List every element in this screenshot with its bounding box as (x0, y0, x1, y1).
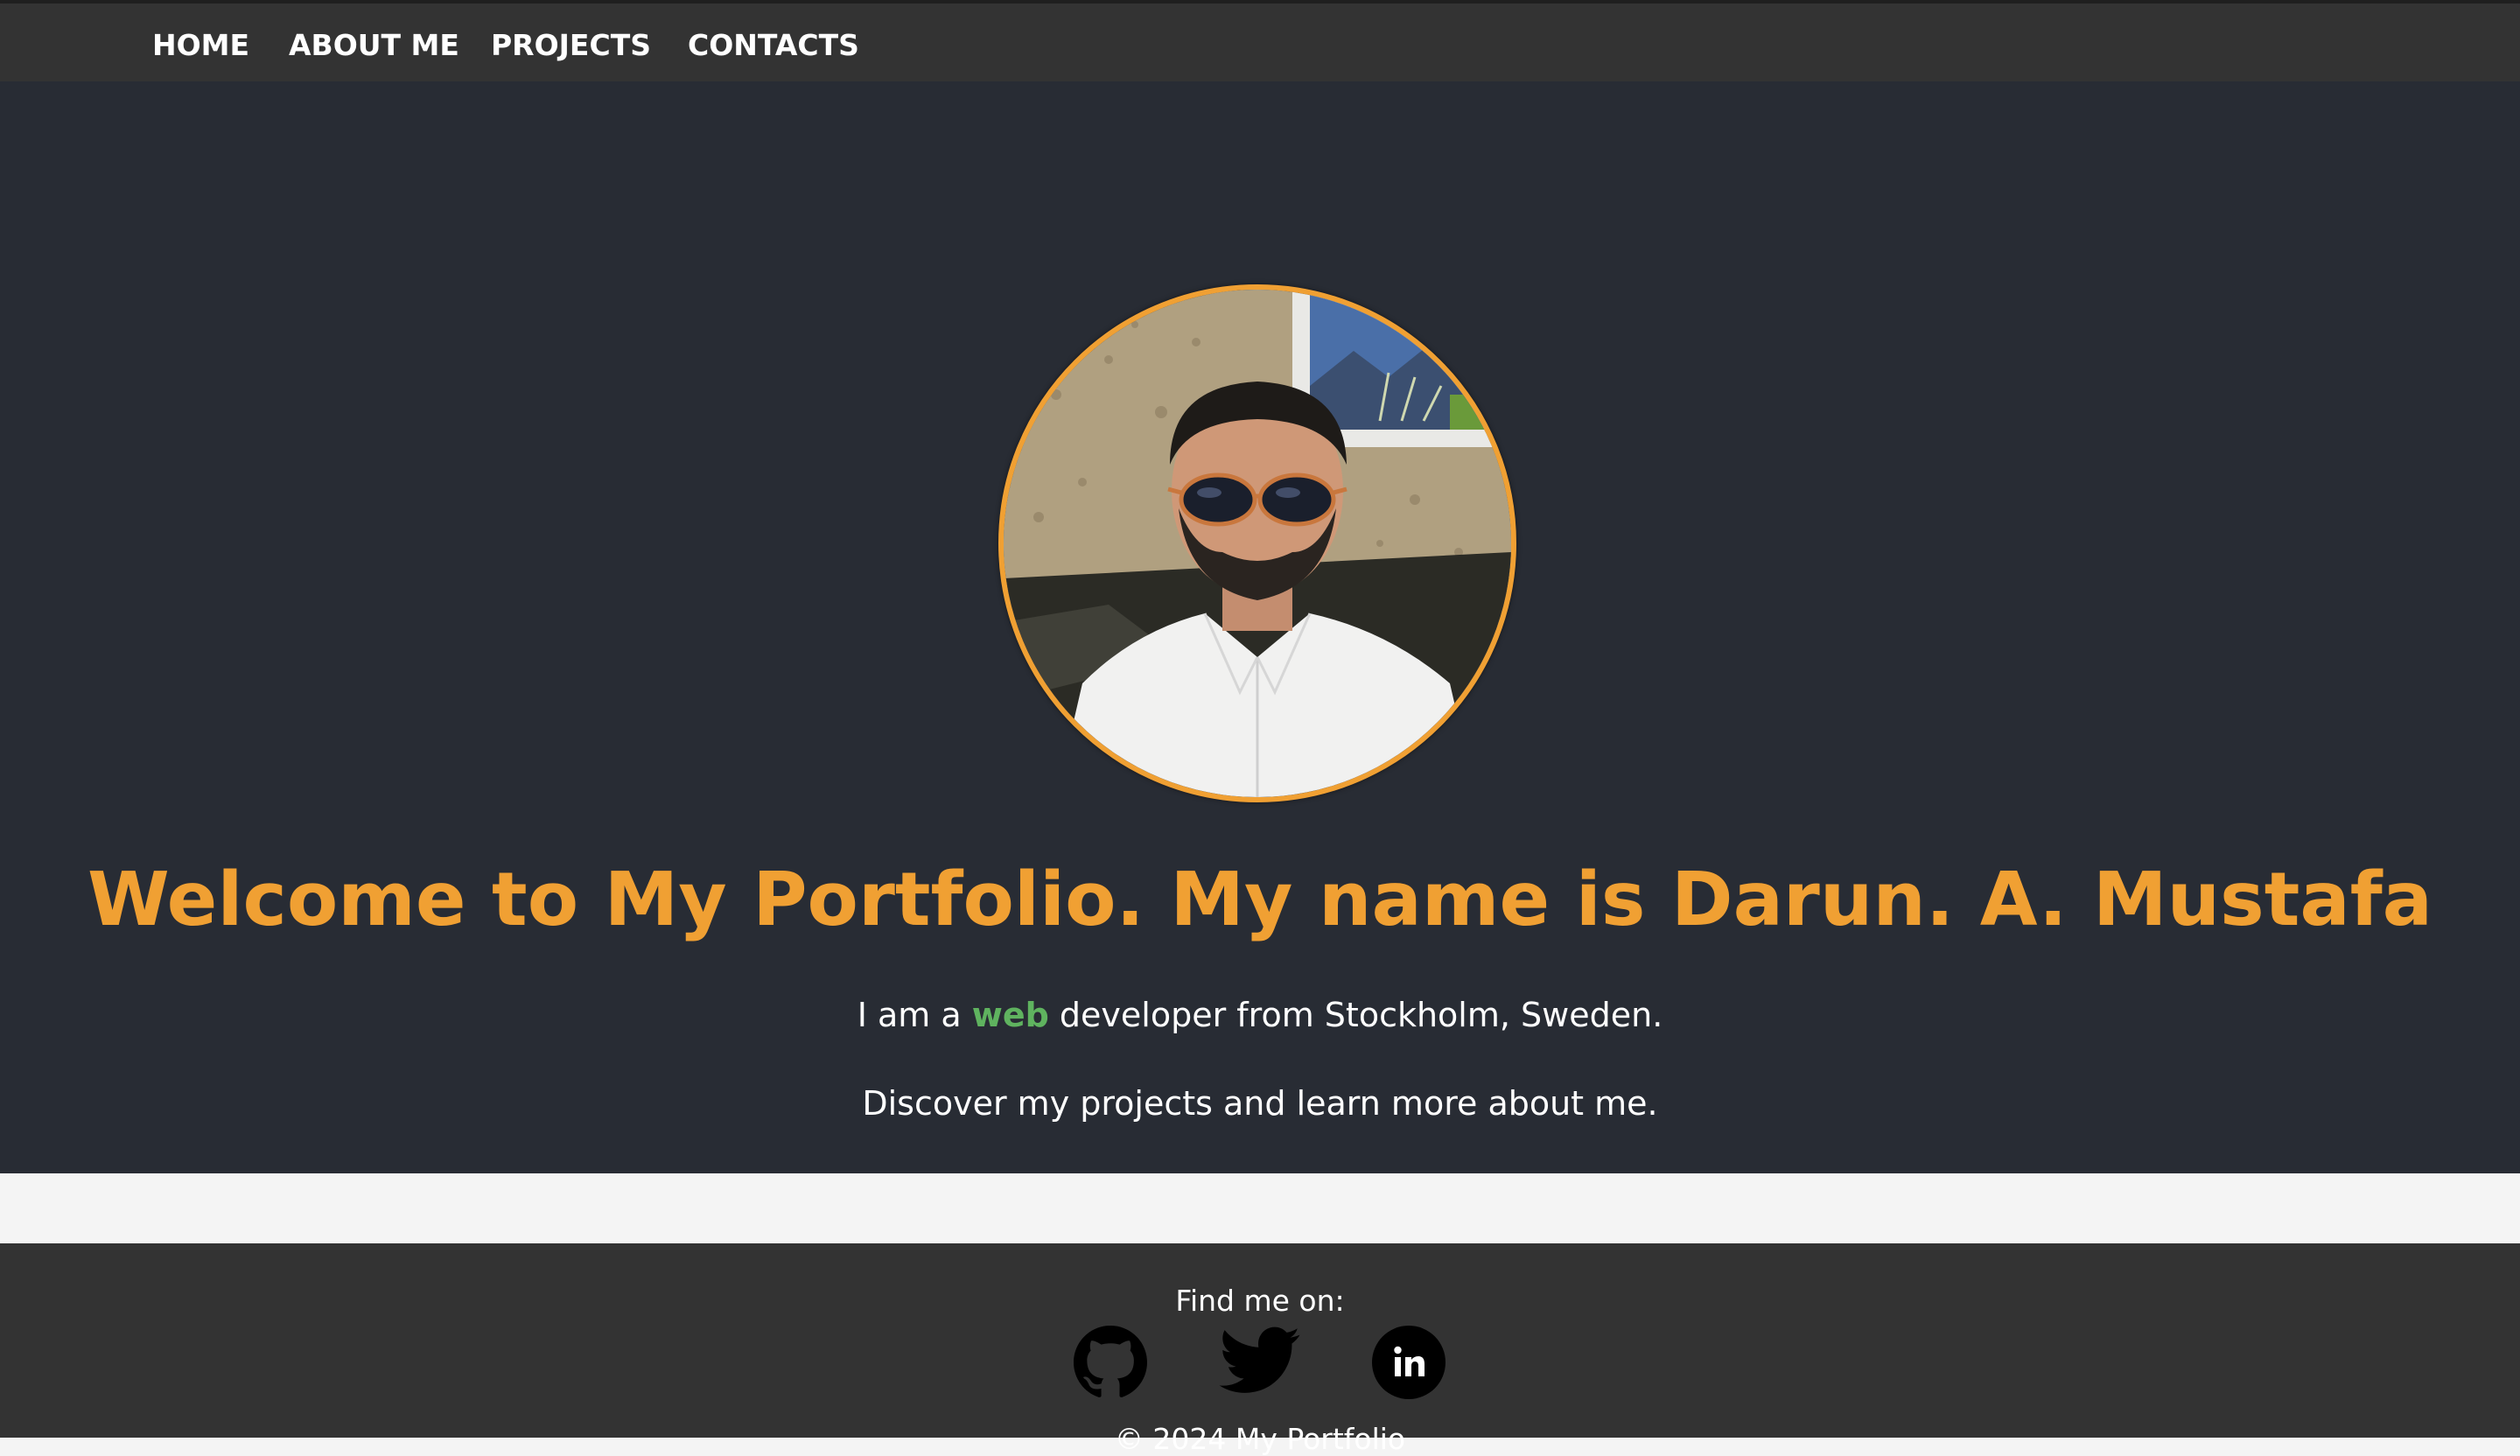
copyright-text: © 2024 My Portfolio (1114, 1422, 1406, 1456)
find-me-label: Find me on: (1175, 1284, 1345, 1318)
tagline-suffix: developer from Stockholm, Sweden. (1048, 996, 1663, 1034)
nav-home-link[interactable]: HOME (152, 28, 249, 62)
tagline-highlight: web (971, 996, 1049, 1034)
hero-subtext: Discover my projects and learn more abou… (862, 1084, 1658, 1123)
profile-photo-illustration (1004, 290, 1511, 797)
tagline: I am a web developer from Stockholm, Swe… (0, 996, 2520, 1034)
twitter-icon[interactable] (1219, 1326, 1301, 1399)
github-icon[interactable] (1074, 1326, 1147, 1399)
nav-projects-link[interactable]: PROJECTS (491, 28, 651, 62)
nav-about-me-link[interactable]: ABOUT ME (289, 28, 459, 62)
nav-contacts-link[interactable]: CONTACTS (688, 28, 859, 62)
hero-section: Welcome to My Portfolio. My name is Daru… (0, 81, 2520, 1173)
tagline-prefix: I am a (857, 996, 972, 1034)
section-divider (0, 1173, 2520, 1243)
linkedin-icon[interactable] (1372, 1326, 1446, 1399)
page-title: Welcome to My Portfolio. My name is Daru… (87, 857, 2433, 943)
footer: Find me on: © 2024 My Portfolio (0, 1243, 2520, 1456)
profile-photo (998, 284, 1516, 802)
top-navigation: HOME ABOUT ME PROJECTS CONTACTS (0, 4, 2520, 81)
